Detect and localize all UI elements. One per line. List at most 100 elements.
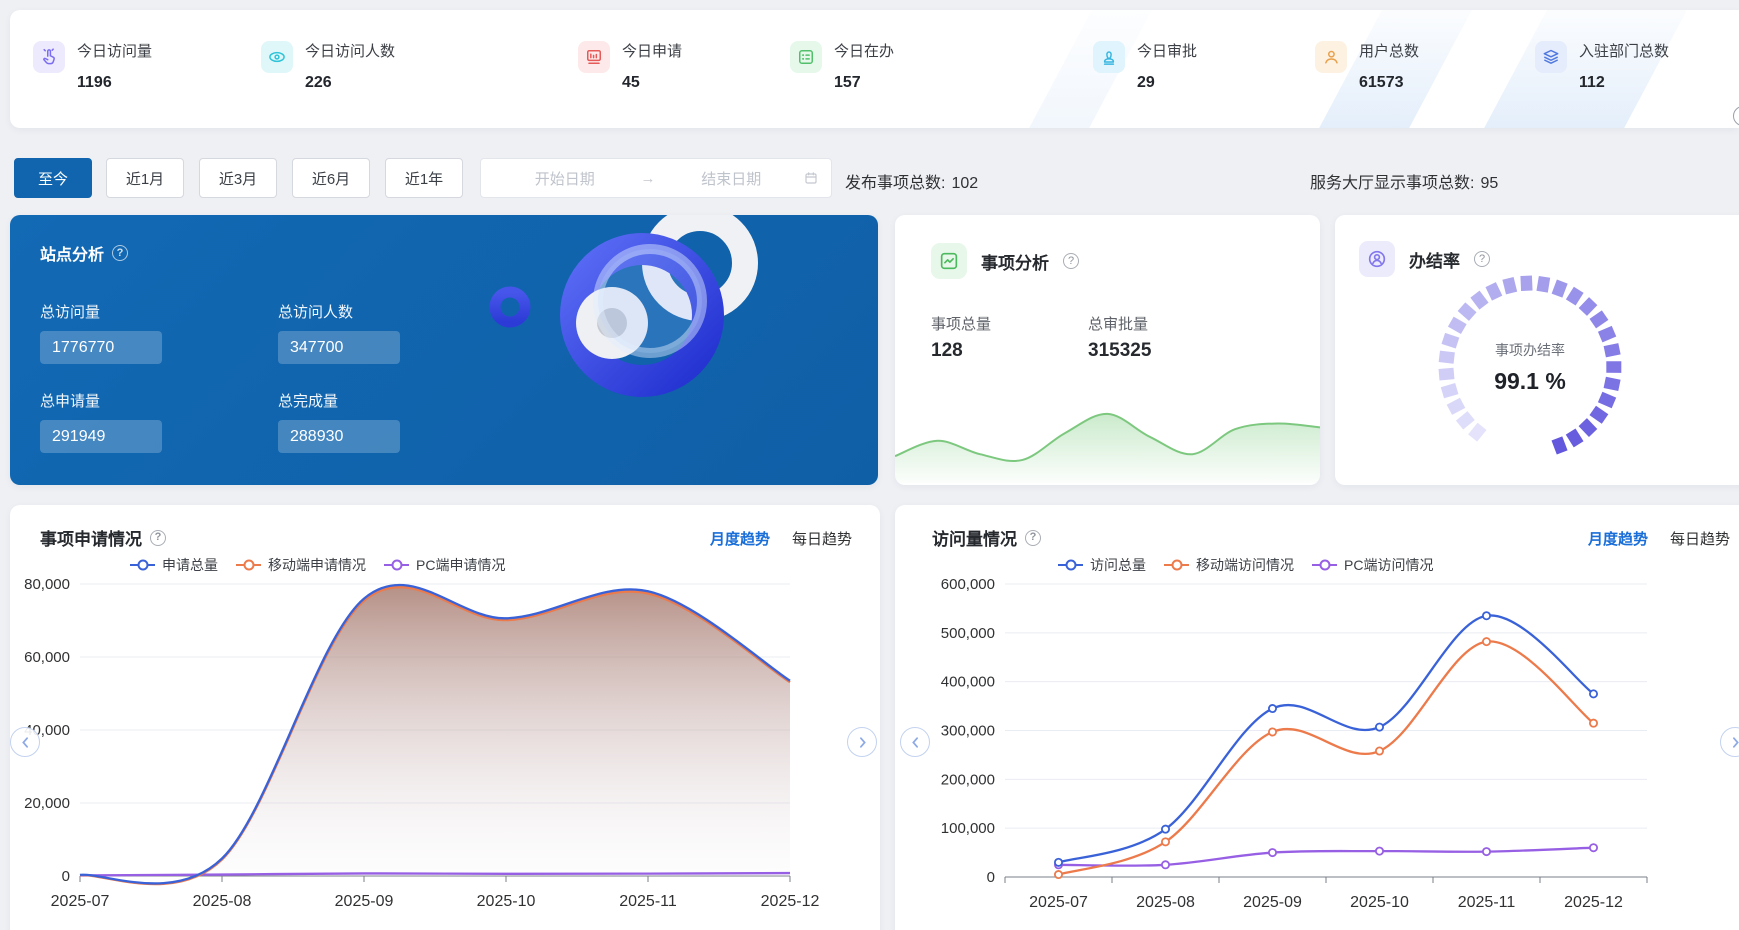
stat-approval-total: 总审批量 315325 bbox=[1088, 313, 1151, 362]
chart-title-row: 访问量情况 ? bbox=[932, 525, 1041, 550]
field-total-completed: 总完成量 288930 bbox=[278, 390, 508, 453]
y-axis-label: 600,000 bbox=[941, 576, 995, 593]
legend-label: PC端申请情况 bbox=[416, 555, 505, 575]
kpi-value: 1196 bbox=[77, 74, 152, 92]
kpi-value: 226 bbox=[305, 74, 395, 92]
tab-monthly-trend[interactable]: 月度趋势 bbox=[1588, 528, 1648, 549]
legend-marker-icon bbox=[1058, 564, 1083, 567]
next-chevron-button[interactable] bbox=[847, 727, 877, 757]
kpi-bar: 今日访问量 1196 今日访问人数 226 今日申请 45 bbox=[10, 10, 1739, 128]
range-button-1-year[interactable]: 近1年 bbox=[385, 158, 463, 198]
user-icon bbox=[1315, 41, 1347, 73]
hand-pointer-icon bbox=[33, 41, 65, 73]
field-value-box: 347700 bbox=[278, 331, 400, 364]
x-axis-label: 2025-11 bbox=[619, 893, 677, 910]
kpi-today-applications: 今日申请 45 bbox=[578, 41, 682, 92]
kpi-value: 29 bbox=[1137, 74, 1197, 92]
legend-item[interactable]: 移动端访问情况 bbox=[1164, 555, 1294, 575]
kpi-total-departments: 入驻部门总数 112 bbox=[1535, 41, 1669, 92]
legend-marker-icon bbox=[236, 564, 261, 567]
range-button-1-month[interactable]: 近1月 bbox=[106, 158, 184, 198]
arrow-right-icon: → bbox=[637, 170, 660, 187]
tab-daily-trend[interactable]: 每日趋势 bbox=[1670, 528, 1730, 549]
field-total-applications: 总申请量 291949 bbox=[40, 390, 270, 453]
x-axis-label: 2025-12 bbox=[761, 893, 820, 910]
eye-icon bbox=[261, 41, 293, 73]
trend-tabs: 月度趋势 每日趋势 bbox=[710, 528, 852, 549]
completion-rate-card: 办结率 ? 事项办结率 99.1 % bbox=[1335, 215, 1739, 485]
chart-line-icon bbox=[931, 243, 967, 279]
end-date-input[interactable]: 结束日期 bbox=[660, 168, 804, 189]
card-title: 事项分析 bbox=[981, 249, 1049, 274]
range-button-3-month[interactable]: 近3月 bbox=[199, 158, 277, 198]
hall-total-label: 服务大厅显示事项总数: bbox=[1310, 175, 1474, 192]
legend-label: 移动端访问情况 bbox=[1196, 555, 1294, 575]
kpi-today-approvals: 今日审批 29 bbox=[1093, 41, 1197, 92]
chart-title: 事项申请情况 bbox=[40, 525, 142, 550]
y-axis-label: 20,000 bbox=[24, 795, 70, 812]
calendar-icon bbox=[803, 170, 819, 186]
x-axis-label: 2025-12 bbox=[1564, 894, 1623, 911]
list-icon bbox=[790, 41, 822, 73]
published-total-label: 发布事项总数: bbox=[845, 175, 945, 192]
matter-trend-mini-chart bbox=[895, 377, 1320, 485]
legend-marker-icon bbox=[1312, 564, 1337, 567]
x-axis-label: 2025-07 bbox=[51, 893, 110, 910]
prev-chevron-button[interactable] bbox=[10, 727, 40, 757]
application-icon bbox=[578, 41, 610, 73]
legend-item[interactable]: 访问总量 bbox=[1058, 555, 1146, 575]
published-total: 发布事项总数:102 bbox=[845, 169, 978, 193]
y-axis-label: 200,000 bbox=[941, 771, 995, 788]
kpi-label: 今日访问量 bbox=[77, 43, 152, 61]
kpi-label: 入驻部门总数 bbox=[1579, 43, 1669, 61]
range-button-to-date[interactable]: 至今 bbox=[14, 158, 92, 198]
start-date-input[interactable]: 开始日期 bbox=[493, 168, 637, 189]
help-icon[interactable]: ? bbox=[150, 530, 166, 546]
y-axis-label: 100,000 bbox=[941, 820, 995, 837]
y-axis-label: 300,000 bbox=[941, 723, 995, 740]
kpi-today-inprogress: 今日在办 157 bbox=[790, 41, 894, 92]
stat-matter-total: 事项总量 128 bbox=[931, 313, 991, 362]
help-icon[interactable]: ? bbox=[1063, 253, 1079, 269]
x-axis-label: 2025-09 bbox=[1243, 894, 1302, 911]
help-icon[interactable]: ? bbox=[112, 245, 128, 261]
chart-legend: 申请总量 移动端申请情况 PC端申请情况 bbox=[130, 555, 505, 575]
legend-item[interactable]: 移动端申请情况 bbox=[236, 555, 366, 575]
x-axis-label: 2025-11 bbox=[1458, 894, 1516, 911]
prev-chevron-button[interactable] bbox=[900, 727, 930, 757]
gauge-center-text: 事项办结率 99.1 % bbox=[1415, 252, 1645, 482]
help-icon[interactable]: ? bbox=[1733, 106, 1739, 126]
legend-label: 移动端申请情况 bbox=[268, 555, 366, 575]
dashboard-page: 今日访问量 1196 今日访问人数 226 今日申请 45 bbox=[0, 0, 1739, 930]
hall-total-value: 95 bbox=[1480, 175, 1498, 192]
matter-analysis-head: 事项分析 ? bbox=[931, 243, 1079, 279]
chart-title-row: 事项申请情况 ? bbox=[40, 525, 166, 550]
kpi-value: 157 bbox=[834, 74, 894, 92]
kpi-label: 用户总数 bbox=[1359, 43, 1419, 61]
chart-title: 访问量情况 bbox=[932, 525, 1017, 550]
legend-item[interactable]: PC端访问情况 bbox=[1312, 555, 1433, 575]
legend-marker-icon bbox=[1164, 564, 1189, 567]
kpi-value: 61573 bbox=[1359, 74, 1419, 92]
legend-item[interactable]: 申请总量 bbox=[130, 555, 218, 575]
legend-item[interactable]: PC端申请情况 bbox=[384, 555, 505, 575]
range-button-6-month[interactable]: 近6月 bbox=[292, 158, 370, 198]
matter-analysis-card: 事项分析 ? 事项总量 128 总审批量 315325 bbox=[895, 215, 1320, 485]
field-label: 总访问量 bbox=[40, 301, 270, 322]
date-range-picker[interactable]: 开始日期 → 结束日期 bbox=[480, 158, 832, 198]
gauge-label: 事项办结率 bbox=[1495, 340, 1565, 360]
help-icon[interactable]: ? bbox=[1025, 530, 1041, 546]
visits-card: 0100,000200,000300,000400,000500,000600,… bbox=[895, 505, 1739, 930]
kpi-label: 今日在办 bbox=[834, 43, 894, 61]
field-value-box: 1776770 bbox=[40, 331, 162, 364]
field-value-box: 288930 bbox=[278, 420, 400, 453]
field-total-visitors: 总访问人数 347700 bbox=[278, 301, 508, 364]
tab-daily-trend[interactable]: 每日趋势 bbox=[792, 528, 852, 549]
field-total-visits: 总访问量 1776770 bbox=[40, 301, 270, 364]
y-axis-label: 0 bbox=[987, 869, 995, 886]
kpi-today-visits: 今日访问量 1196 bbox=[33, 41, 152, 92]
tab-monthly-trend[interactable]: 月度趋势 bbox=[710, 528, 770, 549]
matter-applications-card: 020,00040,00060,00080,0002025-072025-082… bbox=[10, 505, 880, 930]
y-axis-label: 80,000 bbox=[24, 576, 70, 593]
legend-label: PC端访问情况 bbox=[1344, 555, 1433, 575]
